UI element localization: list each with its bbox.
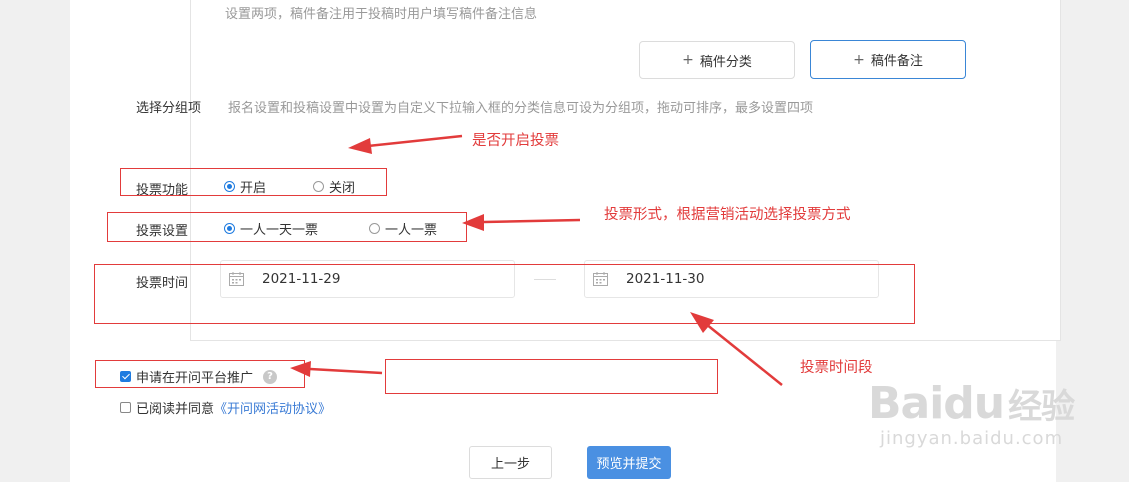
arrow-head-icon xyxy=(290,361,311,377)
arrow-platform xyxy=(309,367,383,375)
annotation-arrows xyxy=(290,134,783,386)
arrow-head-icon xyxy=(462,214,484,231)
arrow-vote-function xyxy=(367,134,463,148)
annotation-vote-function: 是否开启投票 xyxy=(472,133,559,149)
annotation-vote-time: 投票时间段 xyxy=(800,360,873,376)
arrow-vote-time xyxy=(705,323,783,386)
arrow-head-icon xyxy=(690,312,714,333)
arrow-vote-setting xyxy=(483,218,581,224)
arrow-head-icon xyxy=(348,138,372,154)
annotation-vote-setting: 投票形式，根据营销活动选择投票方式 xyxy=(604,207,851,223)
